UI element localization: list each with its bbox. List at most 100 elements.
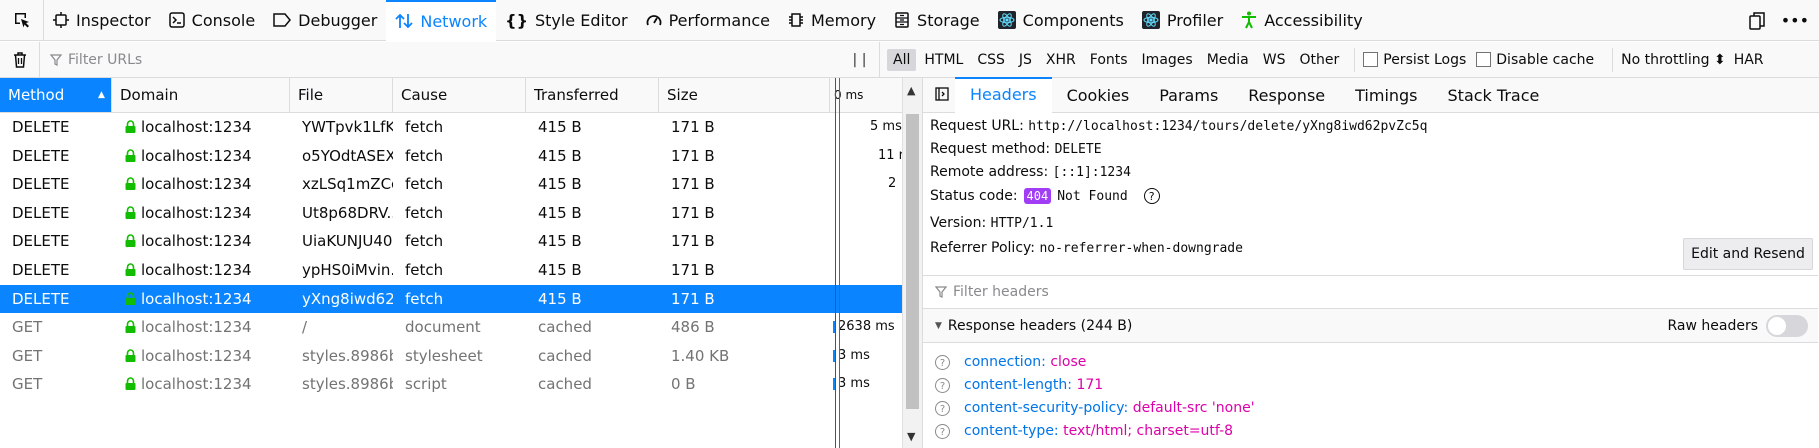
scroll-down-icon[interactable]: ▼ (907, 430, 915, 443)
column-header-file[interactable]: File (290, 78, 393, 112)
filter-type-media[interactable]: Media (1201, 49, 1255, 71)
tab-components[interactable]: Components (989, 0, 1133, 41)
lock-icon (125, 349, 136, 362)
tab-headers[interactable]: Headers (955, 76, 1052, 114)
scroll-up-icon[interactable]: ▲ (907, 84, 915, 97)
cell-transferred: cached (538, 375, 592, 394)
edit-and-resend-button[interactable]: Edit and Resend (1683, 238, 1813, 270)
tab-profiler[interactable]: Profiler (1133, 0, 1232, 41)
tab-memory[interactable]: Memory (779, 0, 885, 41)
table-row[interactable]: DELETE localhost:1234 UiaKUNJU40... fetch 41… (0, 227, 902, 255)
tab-inspector[interactable]: Inspector (44, 0, 160, 41)
raw-headers-label: Raw headers (1667, 318, 1758, 334)
element-picker-button[interactable] (0, 0, 44, 41)
header-row: ? connection: close (935, 350, 1086, 374)
status-text: Not Found (1057, 188, 1128, 204)
tab-params[interactable]: Params (1144, 78, 1233, 113)
cell-method: DELETE (12, 146, 70, 165)
tab-accessibility[interactable]: Accessibility (1232, 0, 1371, 41)
column-domain-label: Domain (120, 86, 179, 104)
expand-arrow-icon[interactable]: ▼ (935, 321, 942, 331)
more-options-button[interactable]: ••• (1781, 11, 1809, 30)
tab-memory-label: Memory (810, 10, 877, 30)
filter-type-html[interactable]: HTML (918, 49, 969, 71)
filter-type-other[interactable]: Other (1293, 49, 1345, 71)
cell-size: 171 B (671, 261, 715, 279)
cell-domain: localhost:1234 (112, 199, 290, 227)
cell-transferred: 415 B (538, 289, 582, 308)
tab-style-editor[interactable]: {} Style Editor (496, 0, 636, 41)
tab-console[interactable]: Console (160, 0, 265, 41)
filter-urls-input[interactable]: Filter URLs (40, 52, 840, 68)
waterfall-timing: 11 r (878, 147, 902, 163)
storage-icon (895, 12, 909, 28)
checkbox-box[interactable] (1363, 52, 1379, 67)
tab-network[interactable]: Network (386, 0, 497, 41)
cell-method: DELETE (12, 261, 70, 279)
column-header-size[interactable]: Size (659, 78, 830, 112)
tab-debugger[interactable]: Debugger (264, 0, 386, 41)
tab-performance[interactable]: Performance (637, 0, 779, 41)
help-icon[interactable]: ? (935, 377, 950, 393)
cell-domain: localhost:1234 (112, 342, 290, 370)
column-header-cause[interactable]: Cause (393, 78, 526, 112)
table-row[interactable]: GET localhost:1234 / document cached 486 B 263… (0, 313, 902, 341)
response-headers-section[interactable]: ▼ Response headers (244 B) Raw headers (923, 309, 1818, 343)
filter-headers-placeholder: Filter headers (953, 284, 1049, 300)
filter-type-fonts[interactable]: Fonts (1084, 49, 1134, 71)
filter-type-all[interactable]: All (887, 48, 917, 71)
help-icon[interactable]: ? (935, 423, 950, 439)
table-row[interactable]: GET localhost:1234 styles.8986b... script ca… (0, 370, 902, 398)
cell-domain: localhost:1234 (112, 313, 290, 341)
help-icon[interactable]: ? (935, 400, 950, 416)
table-row[interactable]: DELETE localhost:1234 YWTpvk1LfK... fetch 41… (0, 113, 902, 141)
checkbox-box[interactable] (1476, 52, 1492, 67)
cell-domain: localhost:1234 (112, 170, 290, 198)
toggle-sidebar-icon[interactable] (935, 86, 949, 105)
table-row[interactable]: DELETE localhost:1234 ypHS0iMvin... fetch 41… (0, 256, 902, 284)
tab-cookies[interactable]: Cookies (1052, 78, 1145, 113)
raw-headers-toggle[interactable]: Raw headers (1667, 309, 1808, 343)
status-help-icon[interactable]: ? (1143, 188, 1160, 204)
har-menu-button[interactable]: HAR (1734, 52, 1764, 68)
status-code-row: Status code: 404 Not Found ? (930, 188, 1160, 204)
cell-size: 171 B (671, 118, 715, 136)
pause-icon: | | (852, 51, 867, 68)
filter-type-xhr[interactable]: XHR (1040, 49, 1082, 71)
tab-stack-trace[interactable]: Stack Trace (1433, 78, 1555, 113)
filter-type-css[interactable]: CSS (971, 49, 1011, 71)
table-row[interactable]: DELETE localhost:1234 xzLSq1mZCc... fetch 41… (0, 170, 902, 198)
table-row[interactable]: DELETE localhost:1234 yXng8iwd62... fetch 41… (0, 284, 902, 313)
table-row[interactable]: GET localhost:1234 styles.8986b... styleshe… (0, 342, 902, 370)
tab-storage-label: Storage (917, 10, 980, 30)
referrer-policy-value: no-referrer-when-downgrade (1039, 241, 1243, 256)
debugger-icon (273, 13, 292, 27)
table-row[interactable]: DELETE localhost:1234 Ut8p68DRV... fetch 415… (0, 199, 902, 227)
table-row[interactable]: DELETE localhost:1234 o5YOdtASEX... fetch 41… (0, 142, 902, 170)
scrollbar-thumb[interactable] (906, 114, 919, 409)
cell-size: 171 B (671, 203, 715, 222)
column-header-transferred[interactable]: Transferred (526, 78, 659, 112)
dock-options-icon[interactable] (1748, 11, 1765, 30)
domain-text: localhost:1234 (141, 375, 252, 394)
pause-button[interactable]: | | (840, 41, 880, 78)
memory-icon (788, 13, 803, 27)
clear-button[interactable] (0, 41, 40, 78)
tab-response[interactable]: Response (1233, 78, 1340, 113)
filter-type-ws[interactable]: WS (1257, 49, 1292, 71)
column-header-domain[interactable]: Domain (112, 78, 290, 112)
tab-timings[interactable]: Timings (1340, 78, 1432, 113)
persist-logs-checkbox[interactable]: Persist Logs (1363, 52, 1466, 68)
table-scrollbar[interactable]: ▲ ▼ (902, 78, 922, 448)
filter-type-js[interactable]: JS (1013, 49, 1038, 71)
disable-cache-checkbox[interactable]: Disable cache (1476, 52, 1594, 68)
filter-type-images[interactable]: Images (1136, 49, 1199, 71)
column-header-waterfall[interactable]: 0 ms (830, 78, 902, 112)
filter-headers-input[interactable]: Filter headers (923, 275, 1818, 309)
column-header-method[interactable]: Method ▲ (0, 78, 112, 112)
sort-ascending-icon: ▲ (98, 90, 105, 100)
tab-storage[interactable]: Storage (885, 0, 989, 41)
help-icon[interactable]: ? (935, 354, 950, 370)
throttling-select[interactable]: No throttling ⬍ (1621, 52, 1726, 68)
raw-headers-switch[interactable] (1766, 315, 1808, 337)
